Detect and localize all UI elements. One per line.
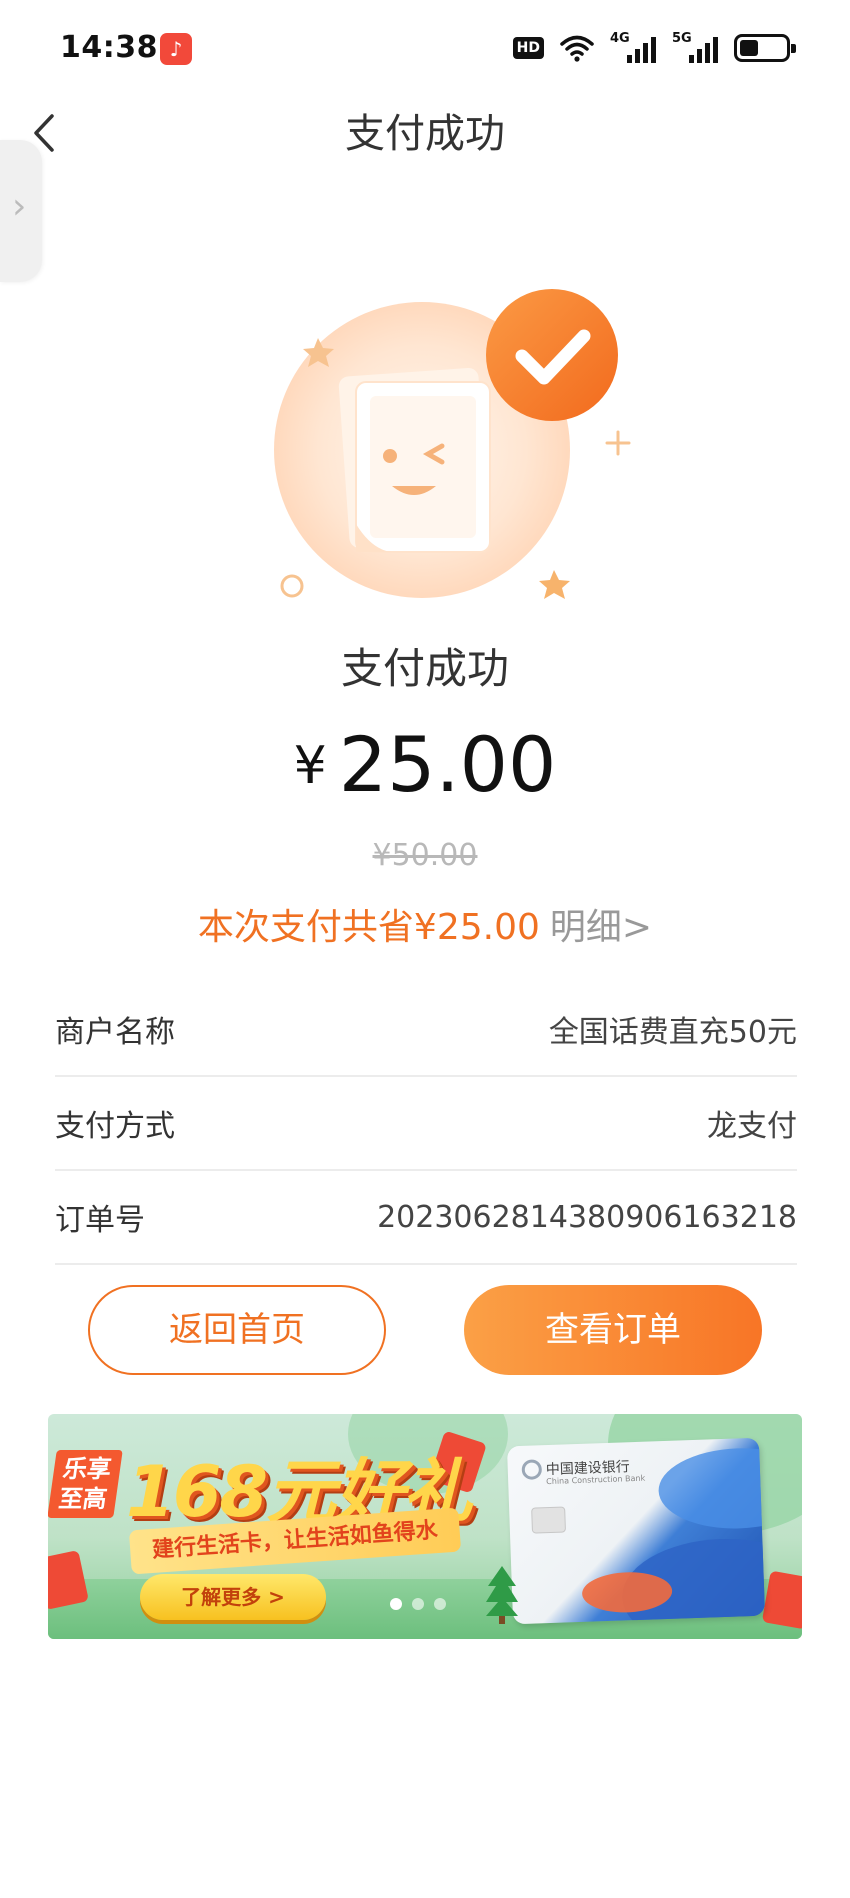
music-app-icon: ♪ bbox=[160, 33, 192, 65]
chevron-right-icon: › bbox=[12, 186, 27, 227]
carousel-dot[interactable] bbox=[390, 1598, 402, 1610]
savings-line: 本次支付共省¥25.00 明细> bbox=[0, 898, 850, 950]
red-envelope-icon bbox=[48, 1549, 89, 1611]
status-icons: HD 4G 5G bbox=[512, 30, 796, 66]
signal-5g-icon: 5G bbox=[672, 31, 718, 65]
order-number-row: 订单号 2023062814380906163218 bbox=[55, 1171, 797, 1265]
payment-status-text: 支付成功 bbox=[340, 644, 509, 693]
amount-value: 25.00 bbox=[338, 720, 557, 809]
card-chip-icon bbox=[531, 1506, 567, 1534]
carousel-dot[interactable] bbox=[412, 1598, 424, 1610]
order-number-label: 订单号 bbox=[55, 1203, 145, 1238]
side-drawer-handle[interactable]: › bbox=[0, 140, 42, 282]
wifi-icon bbox=[560, 35, 594, 62]
carousel-dot[interactable] bbox=[434, 1598, 446, 1610]
savings-detail-link[interactable]: 明细> bbox=[550, 907, 652, 948]
promo-banner[interactable]: 中国建设银行 China Construction Bank 乐享至高 168元… bbox=[48, 1414, 802, 1639]
status-time: 14:38 bbox=[60, 30, 158, 65]
bank-card-image: 中国建设银行 China Construction Bank bbox=[506, 1437, 766, 1625]
learn-more-button[interactable]: 了解更多 > bbox=[140, 1574, 326, 1620]
payment-method-label: 支付方式 bbox=[55, 1109, 175, 1144]
merchant-row: 商户名称 全国话费直充50元 bbox=[55, 983, 797, 1077]
payment-success-illustration bbox=[274, 289, 631, 599]
tree-icon bbox=[486, 1566, 518, 1624]
status-bar: 14:38 ♪ HD 4G 5G bbox=[0, 0, 850, 100]
carousel-dots[interactable] bbox=[390, 1598, 446, 1610]
savings-text: 本次支付共省¥25.00 bbox=[197, 907, 540, 948]
order-number-value: 2023062814380906163218 bbox=[377, 1199, 797, 1235]
merchant-value: 全国话费直充50元 bbox=[548, 1015, 797, 1050]
signal-4g-icon: 4G bbox=[610, 31, 656, 65]
hd-icon: HD bbox=[512, 37, 544, 59]
ccb-logo-icon bbox=[521, 1459, 543, 1480]
return-home-button[interactable]: 返回首页 bbox=[88, 1285, 386, 1375]
view-order-button[interactable]: 查看订单 bbox=[464, 1285, 762, 1375]
order-details: 商户名称 全国话费直充50元 支付方式 龙支付 订单号 202306281438… bbox=[55, 983, 797, 1265]
paid-amount: ¥25.00 bbox=[0, 720, 850, 809]
battery-icon bbox=[734, 34, 796, 62]
currency-symbol: ¥ bbox=[293, 736, 327, 796]
promo-tag: 乐享至高 bbox=[48, 1450, 123, 1518]
payment-method-value: 龙支付 bbox=[707, 1109, 797, 1144]
page-title: 支付成功 bbox=[345, 111, 505, 157]
original-price: ¥50.00 bbox=[372, 838, 478, 873]
payment-method-row: 支付方式 龙支付 bbox=[55, 1077, 797, 1171]
merchant-label: 商户名称 bbox=[55, 1015, 175, 1050]
